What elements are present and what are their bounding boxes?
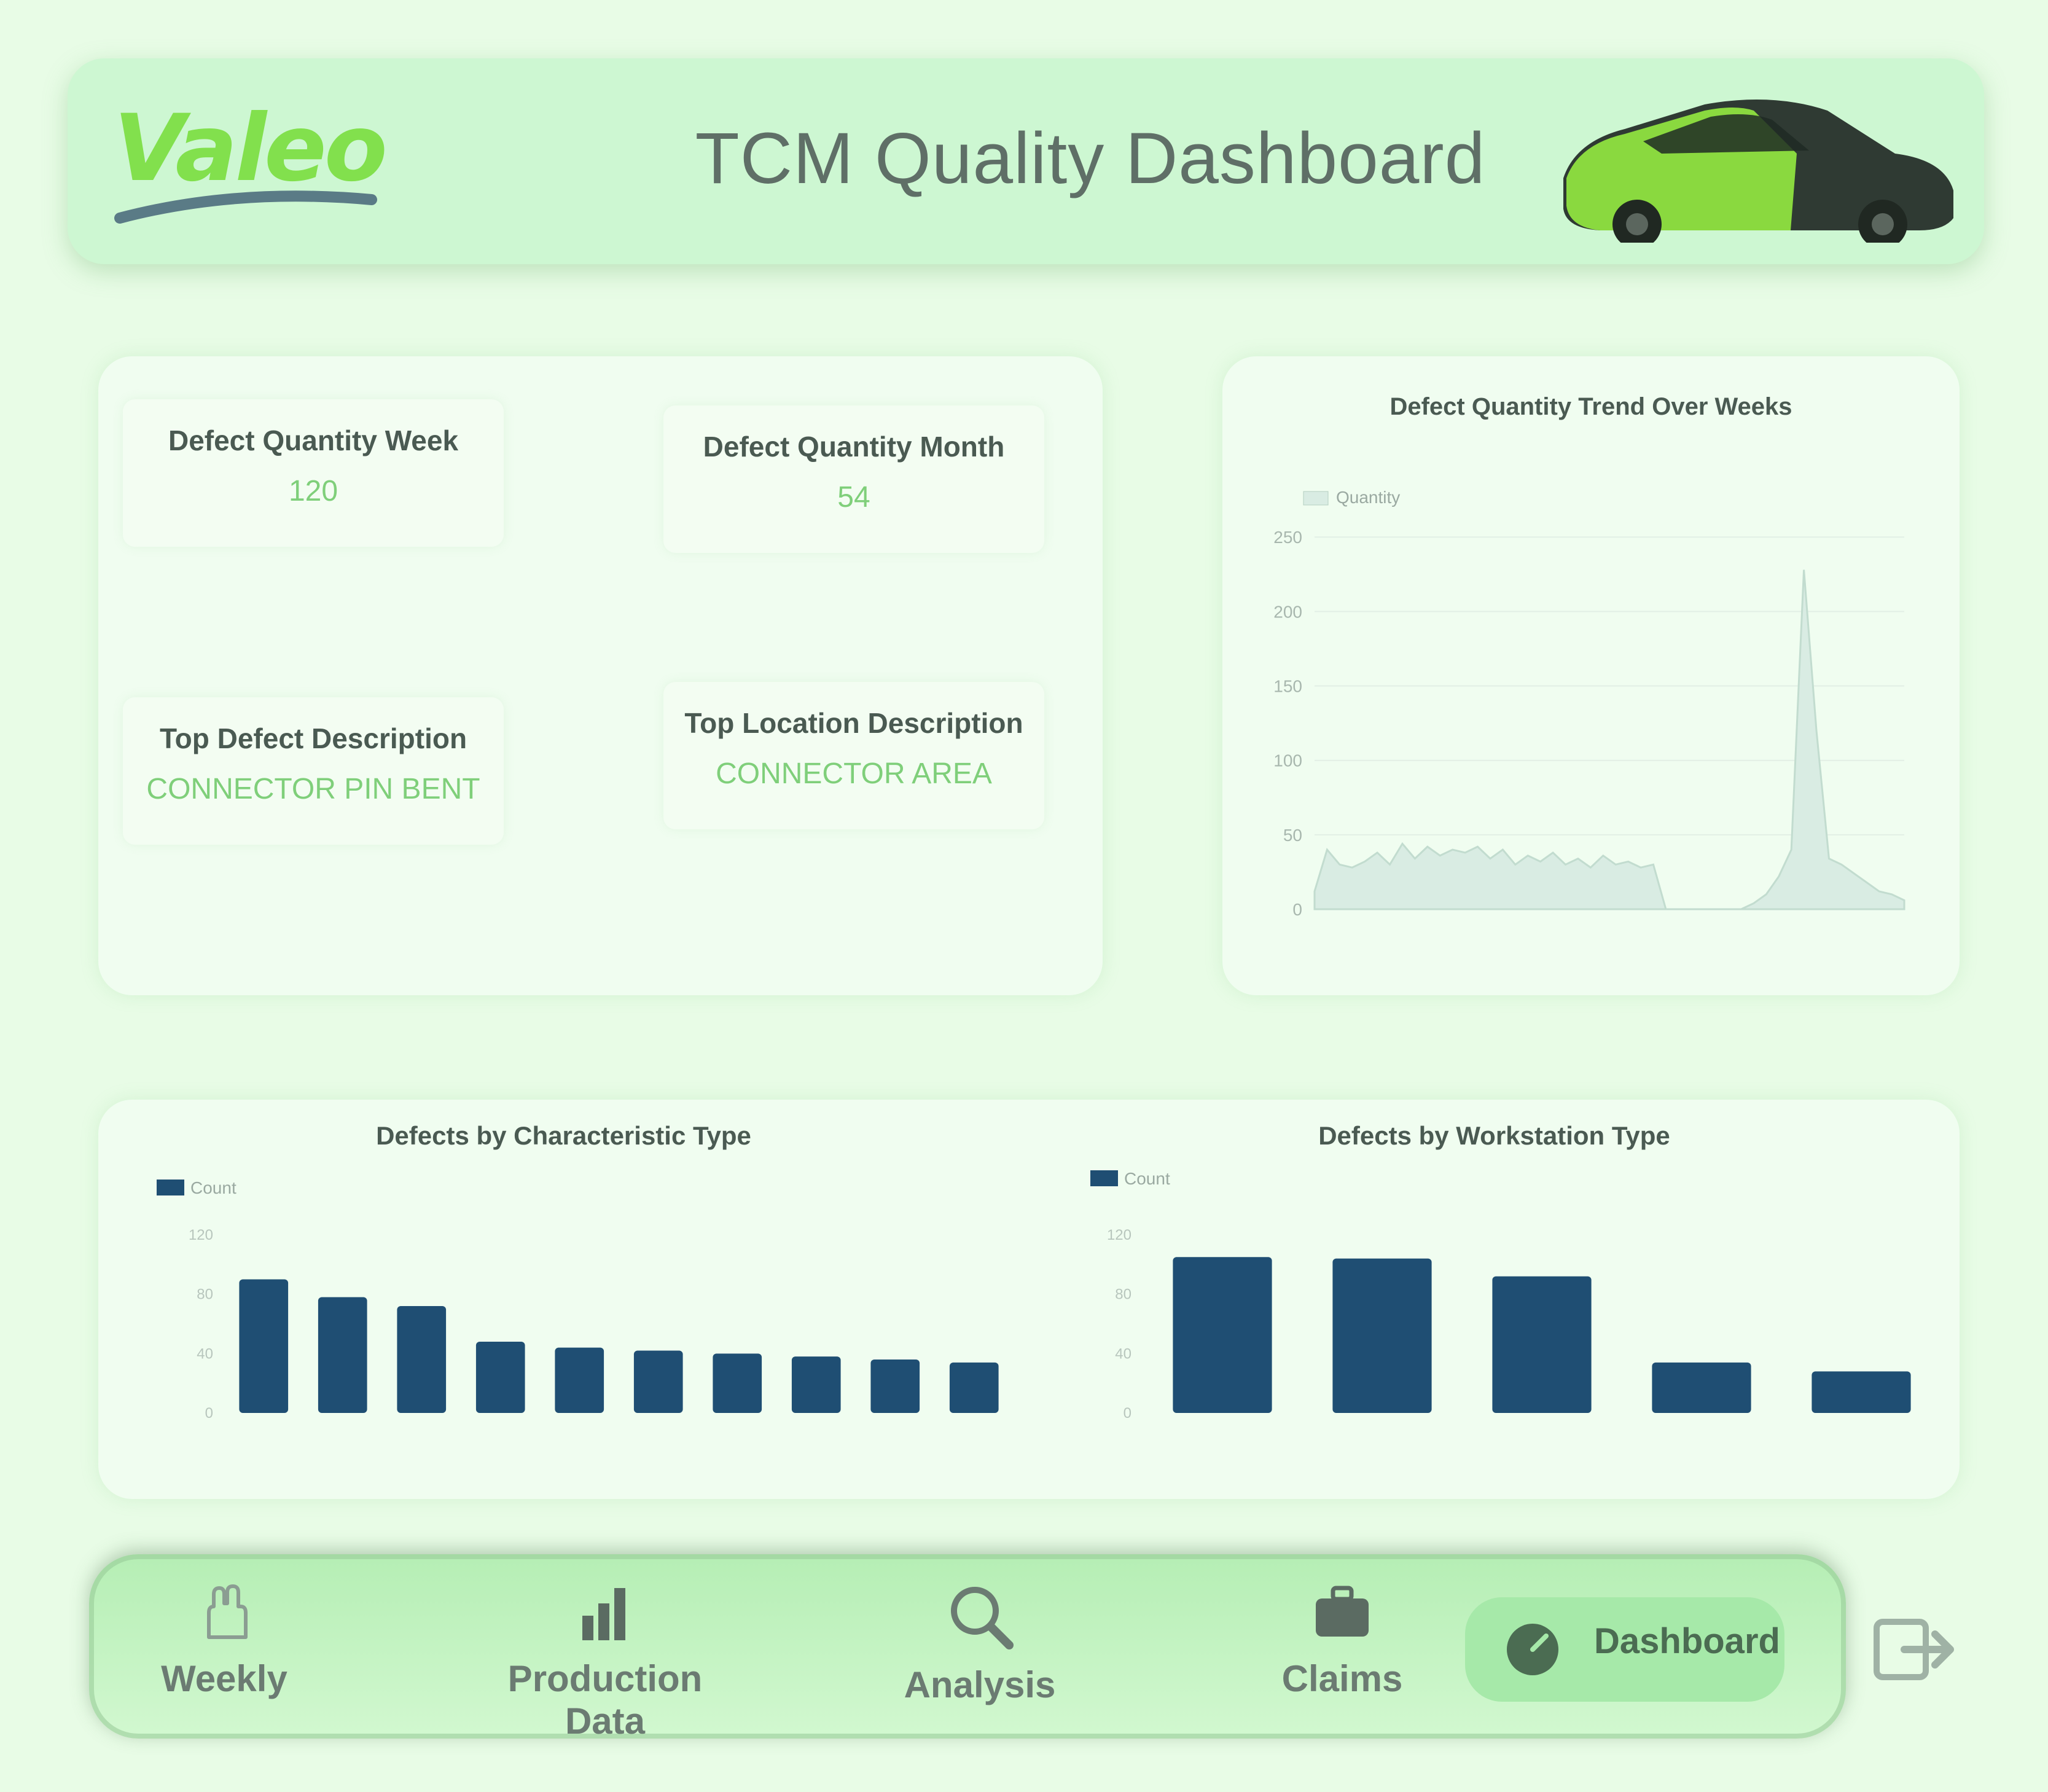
kpi-value: CONNECTOR PIN BENT [146,773,480,805]
kpi-value: 54 [837,481,870,514]
logo-swoosh-icon [114,190,377,224]
bar-chart-left-title: Defects by Characteristic Type [376,1121,751,1150]
page-title: TCM Quality Dashboard [695,118,1486,199]
bar_right-bar [1332,1258,1432,1413]
hand-icon [207,1584,248,1639]
kpi-label: Defect Quantity Week [168,425,459,456]
bar_right-y-tick-label: 80 [1115,1286,1131,1303]
nav-item-analysis[interactable]: Analysis [869,1579,1090,1720]
bar_left-bar [475,1342,525,1413]
nav-item-claims[interactable]: Claims [1232,1579,1453,1720]
magnifier-icon [951,1587,1014,1649]
bar_left-y-tick-label: 80 [197,1286,213,1303]
bar-chart-right-panel: Defects by Workstation Type Count 0 40 80 1… [1029,1100,1960,1499]
trend-area-series [1313,569,1905,910]
bar_left-bar [239,1279,289,1413]
kpi-panel: Defect Quantity Week 120 Defect Quantity… [98,356,1103,995]
exit-icon[interactable] [1870,1610,1956,1689]
bar_left-y-tick-label: 0 [205,1405,213,1422]
nav-item-production-data[interactable]: Production Data [470,1579,740,1742]
bar_left-bar [555,1347,604,1413]
header-bar: Valeo TCM Quality Dashboard [68,58,1984,264]
kpi-defect-week: Defect Quantity Week 120 [123,399,504,547]
kpi-label: Top Location Description [684,707,1023,739]
trend-y-tick-label: 50 [1283,826,1302,845]
bar-right-legend-label: Count [1124,1169,1170,1188]
bar-chart-left-panel: Defects by Characteristic Type Count 0 40… [98,1100,1029,1499]
bar-charts-card: Defects by Characteristic Type Count 0 40… [98,1100,1960,1499]
nav-label: Production Data [507,1658,703,1742]
bar_left-bar [633,1350,683,1413]
trend-y-tick-label: 150 [1273,677,1302,696]
trend-y-tick-label: 0 [1292,900,1302,919]
bar_left-y-tick-label: 120 [189,1227,213,1243]
nav-label: Analysis [904,1664,1056,1705]
nav-item-weekly[interactable]: Weekly [114,1579,335,1720]
bar_left-bar [870,1360,920,1413]
bar-chart-left: Count 0 40 80 120 [157,1178,999,1422]
bar_right-y-tick-label: 120 [1107,1227,1131,1243]
kpi-label: Top Defect Description [159,722,467,754]
kpi-top-defect: Top Defect Description CONNECTOR PIN BEN… [123,697,504,845]
bar_right-bar [1173,1257,1272,1413]
bottom-nav-bar: Weekly Production Data Analysis Claims D… [89,1554,1846,1742]
bar_right-y-tick-label: 40 [1115,1345,1131,1362]
car-icon [1563,100,1953,243]
kpi-label: Defect Quantity Month [703,431,1005,463]
bar_right-bar [1492,1276,1592,1413]
bar_left-bar [318,1297,367,1413]
bar_right-bar [1812,1371,1911,1413]
nav-label: Dashboard [1594,1621,1780,1661]
trend-chart-card: Defect Quantity Trend Over Weeks 0 50 100 1… [1222,356,1960,995]
kpi-defect-month: Defect Quantity Month 54 [663,405,1044,553]
bar-chart-right-title: Defects by Workstation Type [1318,1121,1670,1150]
bar_left-bar [397,1306,447,1413]
trend-y-tick-label: 200 [1273,602,1302,621]
trend-y-tick-label: 250 [1273,528,1302,547]
briefcase-icon [1316,1586,1369,1637]
nav-item-dashboard[interactable]: Dashboard [1465,1597,1784,1702]
dashboard-icon [1507,1624,1558,1675]
trend-legend-label: Quantity [1336,488,1400,507]
trend-legend: Quantity [1303,488,1400,507]
bar_left-bar [791,1356,841,1413]
valeo-logo: Valeo [114,95,433,230]
kpi-value: 120 [288,475,338,507]
kpi-top-location: Top Location Description CONNECTOR AREA [663,682,1044,829]
bar_left-bar [713,1353,762,1413]
trend-chart: 0 50 100 150 200 250 Quantity [1273,488,1905,919]
kpi-value: CONNECTOR AREA [716,757,992,790]
bar_left-y-tick-label: 40 [197,1345,213,1362]
bar_right-y-tick-label: 0 [1124,1405,1131,1422]
nav-label: Weekly [161,1658,287,1699]
bar_right-bar [1652,1362,1751,1413]
bar-chart-icon [582,1588,625,1640]
trend-chart-title: Defect Quantity Trend Over Weeks [1389,393,1792,420]
bar_left-bar [949,1362,999,1413]
nav-label: Claims [1281,1658,1403,1699]
bar-left-legend-label: Count [190,1178,236,1197]
bar-chart-right: Count 0 40 80 120 [1090,1169,1911,1422]
trend-y-tick-label: 100 [1273,751,1302,770]
